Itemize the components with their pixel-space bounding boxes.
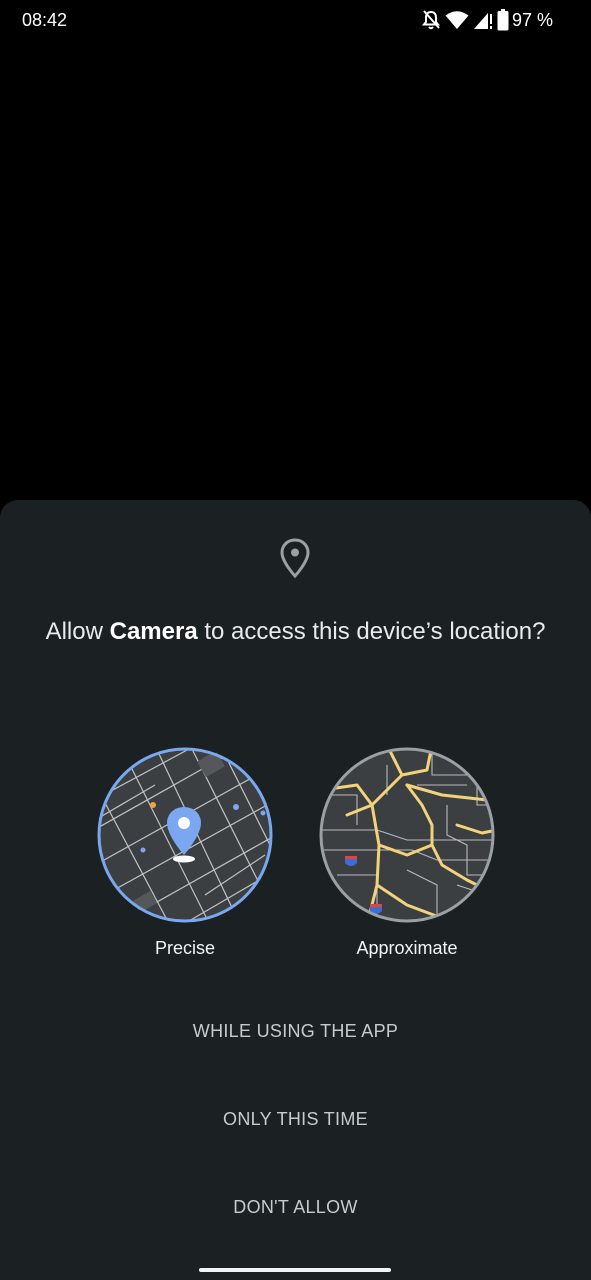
dont-allow-button[interactable]: DON'T ALLOW — [0, 1197, 591, 1218]
highway-shield-icon — [345, 856, 357, 866]
title-prefix: Allow — [45, 618, 110, 645]
battery-percent: 97 % — [511, 10, 553, 30]
only-this-time-button[interactable]: ONLY THIS TIME — [0, 1109, 591, 1130]
bell-off-icon — [421, 9, 441, 36]
battery-icon — [497, 9, 509, 36]
status-icons — [421, 9, 509, 36]
precise-label: Precise — [154, 938, 216, 958]
precise-option[interactable] — [95, 745, 275, 925]
title-suffix: to access this device’s location? — [197, 618, 546, 645]
home-indicator[interactable] — [199, 1268, 391, 1272]
approximate-map-icon — [319, 747, 495, 923]
location-pin-icon — [278, 537, 312, 584]
precise-map-icon — [97, 747, 273, 923]
status-bar: 08:42 97 % — [0, 0, 591, 44]
approximate-option[interactable] — [317, 745, 497, 925]
signal-icon — [473, 10, 493, 35]
wifi-icon — [445, 10, 469, 35]
while-using-app-button[interactable]: WHILE USING THE APP — [0, 1021, 591, 1042]
status-time: 08:42 — [22, 10, 68, 30]
approximate-label: Approximate — [356, 938, 458, 958]
app-name: Camera — [109, 618, 198, 645]
dialog-title: Allow Camera to access this device’s loc… — [40, 616, 551, 647]
